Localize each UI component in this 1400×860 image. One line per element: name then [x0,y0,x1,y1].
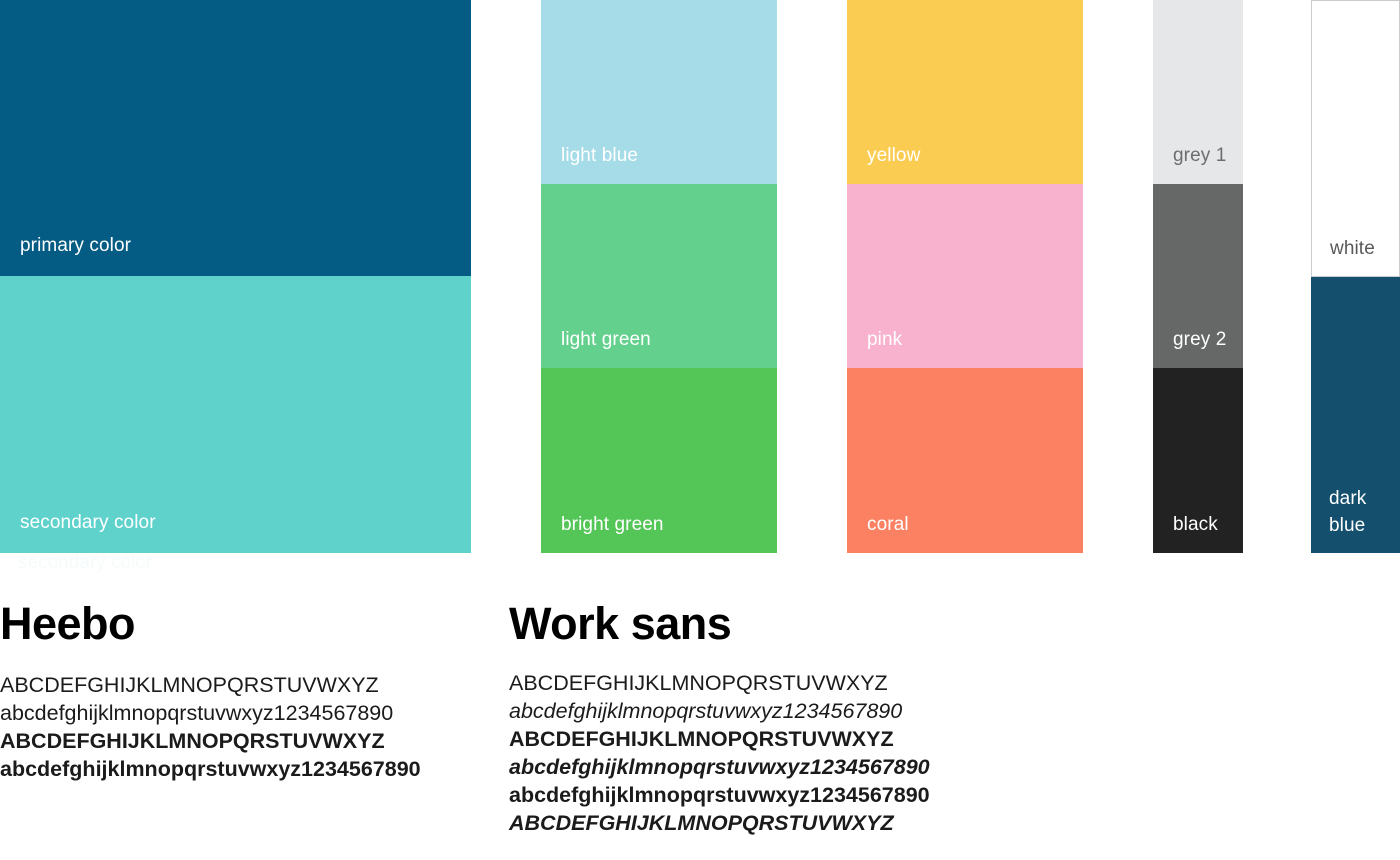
type-specimen-line: ABCDEFGHIJKLMNOPQRSTUVWXYZ [509,727,894,752]
type-specimen-line: ABCDEFGHIJKLMNOPQRSTUVWXYZ [0,673,379,698]
font-name-work-sans: Work sans [509,598,732,649]
color-swatch-label: white [1330,238,1375,260]
type-specimen-line: abcdefghijklmnopqrstuvwxyz1234567890 [0,757,421,782]
color-swatch-label: secondary color [20,512,156,534]
color-swatch-label: dark blue [1329,487,1367,537]
color-swatch-label: yellow [867,145,921,167]
color-swatch-label: coral [867,514,909,536]
type-specimen-line: abcdefghijklmnopqrstuvwxyz1234567890 [509,783,930,808]
color-swatch-label: light green [561,329,651,351]
color-palette-section: primary color secondary color light blue li… [0,0,1400,600]
color-swatch-label: grey 1 [1173,145,1227,167]
font-block-work-sans: Work sans ABCDEFGHIJKLMNOPQRSTUVWXYZ abcd… [509,600,1069,837]
color-swatch-label: primary color [20,235,132,257]
color-swatch-secondary-color: secondary color [0,276,471,553]
color-swatch-black: black [1153,368,1243,553]
color-swatch-label: grey 2 [1173,329,1227,351]
type-specimen-line: abcdefghijklmnopqrstuvwxyz1234567890 [509,699,903,724]
type-specimen-line: ABCDEFGHIJKLMNOPQRSTUVWXYZ [509,671,888,696]
color-swatch-label: pink [867,329,903,351]
color-swatch-light-green: light green [541,184,777,368]
font-name-heebo: Heebo [0,598,136,649]
color-swatch-label: black [1173,514,1218,536]
type-specimen-line: abcdefghijklmnopqrstuvwxyz1234567890 [509,755,930,780]
ghost-text-artifact: secondary color [18,552,153,573]
font-block-heebo: Heebo ABCDEFGHIJKLMNOPQRSTUVWXYZ abcdefgh… [0,600,480,783]
color-swatch-primary-color: primary color [0,0,471,276]
type-specimen-line: abcdefghijklmnopqrstuvwxyz1234567890 [0,701,394,726]
color-swatch-dark-blue: dark blue [1311,277,1400,553]
color-swatch-coral: coral [847,368,1083,553]
color-swatch-label: light blue [561,145,639,167]
type-specimen-line: ABCDEFGHIJKLMNOPQRSTUVWXYZ [509,811,894,836]
color-swatch-label: bright green [561,514,664,536]
color-swatch-bright-green: bright green [541,368,777,553]
specimen-list-heebo: ABCDEFGHIJKLMNOPQRSTUVWXYZ abcdefghijklmn… [0,671,480,783]
typography-section: Heebo ABCDEFGHIJKLMNOPQRSTUVWXYZ abcdefgh… [0,600,1400,860]
color-swatch-grey-2: grey 2 [1153,184,1243,368]
type-specimen-line: ABCDEFGHIJKLMNOPQRSTUVWXYZ [0,729,385,754]
color-swatch-light-blue: light blue [541,0,777,184]
color-swatch-white: white [1311,0,1400,277]
color-swatch-yellow: yellow [847,0,1083,184]
color-swatch-grey-1: grey 1 [1153,0,1243,184]
color-swatch-pink: pink [847,184,1083,368]
specimen-list-work-sans: ABCDEFGHIJKLMNOPQRSTUVWXYZ abcdefghijklmn… [509,669,1069,837]
